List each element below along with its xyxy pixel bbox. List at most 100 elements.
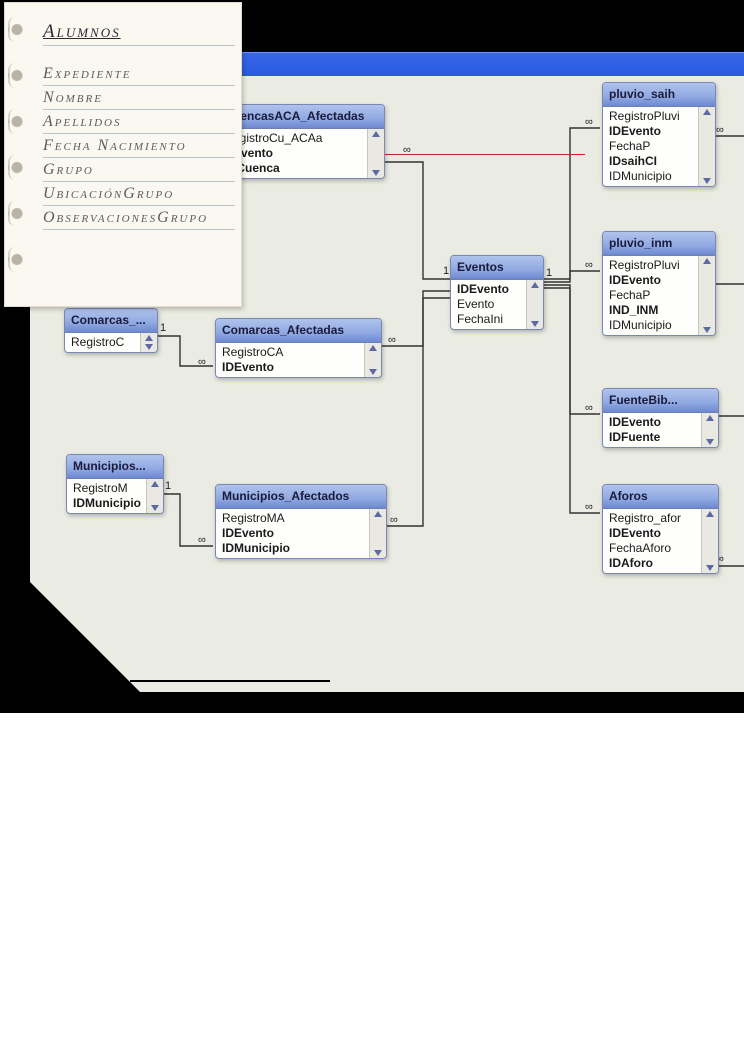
canvas-divider xyxy=(130,680,330,682)
scrollbar[interactable] xyxy=(140,333,157,352)
table-fields: RegistroM IDMunicipio xyxy=(67,479,146,513)
table-fields: IDEvento Evento FechaIni xyxy=(451,280,526,329)
field: IDMunicipio xyxy=(222,541,367,556)
field: RegistroC xyxy=(71,335,138,350)
rel-one: 1 xyxy=(546,267,552,279)
field: Evento xyxy=(457,297,524,312)
table-pluvio-saih[interactable]: pluvio_saih RegistroPluvi IDEvento Fecha… xyxy=(602,82,716,187)
field: IND_INM xyxy=(609,303,696,318)
chevron-up-icon[interactable] xyxy=(703,258,711,264)
scrollbar[interactable] xyxy=(369,509,386,558)
table-fields: Registro_afor IDEvento FechaAforo IDAfor… xyxy=(603,509,701,573)
table-title: Comarcas_... xyxy=(65,309,157,333)
field: FechaP xyxy=(609,139,696,154)
scrollbar[interactable] xyxy=(701,509,718,573)
field: Evento xyxy=(233,146,365,161)
table-municipios-afectados[interactable]: Municipios_Afectados RegistroMA IDEvento… xyxy=(215,484,387,559)
chevron-down-icon[interactable] xyxy=(706,565,714,571)
red-guideline xyxy=(350,154,585,155)
rel-inf: ∞ xyxy=(585,259,593,271)
field: Registro_afor xyxy=(609,511,699,526)
notebook-row: Grupo xyxy=(43,158,235,182)
table-fields: RegistroPluvi IDEvento FechaP IND_INM ID… xyxy=(603,256,698,335)
field: ICuenca xyxy=(233,161,365,176)
chevron-up-icon[interactable] xyxy=(706,511,714,517)
table-fields: RegistroPluvi IDEvento FechaP IDsaihCI I… xyxy=(603,107,698,186)
rel-inf: ∞ xyxy=(403,144,411,156)
table-comarcas-afectadas[interactable]: Comarcas_Afectadas RegistroCA IDEvento xyxy=(215,318,382,378)
table-municipios[interactable]: Municipios... RegistroM IDMunicipio xyxy=(66,454,164,514)
table-eventos[interactable]: Eventos IDEvento Evento FechaIni xyxy=(450,255,544,330)
scrollbar[interactable] xyxy=(698,256,715,335)
table-title: FuenteBib... xyxy=(603,389,718,413)
chevron-down-icon[interactable] xyxy=(372,170,380,176)
chevron-down-icon[interactable] xyxy=(703,178,711,184)
chevron-down-icon[interactable] xyxy=(531,321,539,327)
rel-one: 1 xyxy=(165,480,171,492)
chevron-down-icon[interactable] xyxy=(145,344,153,350)
field: RegistroPluvi xyxy=(609,258,696,273)
table-pluvio-inm[interactable]: pluvio_inm RegistroPluvi IDEvento FechaP… xyxy=(602,231,716,336)
scrollbar[interactable] xyxy=(526,280,543,329)
chevron-down-icon[interactable] xyxy=(706,439,714,445)
field: IDEvento xyxy=(609,124,696,139)
table-fields: RegistroC xyxy=(65,333,140,352)
rel-inf: ∞ xyxy=(388,334,396,346)
table-title: Municipios_Afectados xyxy=(216,485,386,509)
scrollbar[interactable] xyxy=(701,413,718,447)
field: IDEvento xyxy=(222,360,362,375)
chevron-up-icon[interactable] xyxy=(372,131,380,137)
table-fuente-bib[interactable]: FuenteBib... IDEvento IDFuente xyxy=(602,388,719,448)
table-aforos[interactable]: Aforos Registro_afor IDEvento FechaAforo… xyxy=(602,484,719,574)
chevron-up-icon[interactable] xyxy=(531,282,539,288)
chevron-down-icon[interactable] xyxy=(369,369,377,375)
field: RegistroPluvi xyxy=(609,109,696,124)
rel-inf: ∞ xyxy=(716,124,724,136)
table-title: Eventos xyxy=(451,256,543,280)
scrollbar[interactable] xyxy=(146,479,163,513)
chevron-down-icon[interactable] xyxy=(703,327,711,333)
chevron-up-icon[interactable] xyxy=(374,511,382,517)
chevron-down-icon[interactable] xyxy=(374,550,382,556)
field: IDAforo xyxy=(609,556,699,571)
notebook-row: Fecha Nacimiento xyxy=(43,134,235,158)
table-cuencas-aca-afectadas[interactable]: uencasACA_Afectadas egistroCu_ACAa Event… xyxy=(226,104,385,179)
notebook-row: ObservacionesGrupo xyxy=(43,206,235,230)
rel-one: 1 xyxy=(160,322,166,334)
table-fields: IDEvento IDFuente xyxy=(603,413,701,447)
rel-one: 1 xyxy=(443,265,449,277)
chevron-up-icon[interactable] xyxy=(706,415,714,421)
field: IDsaihCI xyxy=(609,154,696,169)
notebook-card: Alumnos Expediente Nombre Apellidos Fech… xyxy=(4,2,242,307)
stage: 1 1 ∞ ∞ ∞ ∞ ∞ ∞ ∞ ∞ ∞ 1 ∞ 1 ∞ uencasACA_… xyxy=(0,0,744,1052)
table-title: pluvio_inm xyxy=(603,232,715,256)
scrollbar[interactable] xyxy=(698,107,715,186)
notebook-row: Expediente xyxy=(43,62,235,86)
chevron-up-icon[interactable] xyxy=(151,481,159,487)
rel-inf: ∞ xyxy=(585,501,593,513)
field: FechaAforo xyxy=(609,541,699,556)
scrollbar[interactable] xyxy=(364,343,381,377)
notebook-title: Alumnos xyxy=(43,21,235,46)
scrollbar[interactable] xyxy=(367,129,384,178)
chevron-up-icon[interactable] xyxy=(145,335,153,341)
chevron-up-icon[interactable] xyxy=(369,345,377,351)
notebook-row: Apellidos xyxy=(43,110,235,134)
field: IDEvento xyxy=(222,526,367,541)
table-title: uencasACA_Afectadas xyxy=(227,105,384,129)
table-fields: RegistroMA IDEvento IDMunicipio xyxy=(216,509,369,558)
notebook-row: UbicaciónGrupo xyxy=(43,182,235,206)
field: RegistroMA xyxy=(222,511,367,526)
notebook-row: Nombre xyxy=(43,86,235,110)
table-fields: RegistroCA IDEvento xyxy=(216,343,364,377)
table-title: Municipios... xyxy=(67,455,163,479)
field: IDEvento xyxy=(457,282,524,297)
field: IDEvento xyxy=(609,526,699,541)
field: FechaP xyxy=(609,288,696,303)
chevron-up-icon[interactable] xyxy=(703,109,711,115)
table-comarcas[interactable]: Comarcas_... RegistroC xyxy=(64,308,158,353)
chevron-down-icon[interactable] xyxy=(151,505,159,511)
table-fields: egistroCu_ACAa Evento ICuenca xyxy=(227,129,367,178)
field: IDMunicipio xyxy=(609,169,696,184)
rel-inf: ∞ xyxy=(198,534,206,546)
